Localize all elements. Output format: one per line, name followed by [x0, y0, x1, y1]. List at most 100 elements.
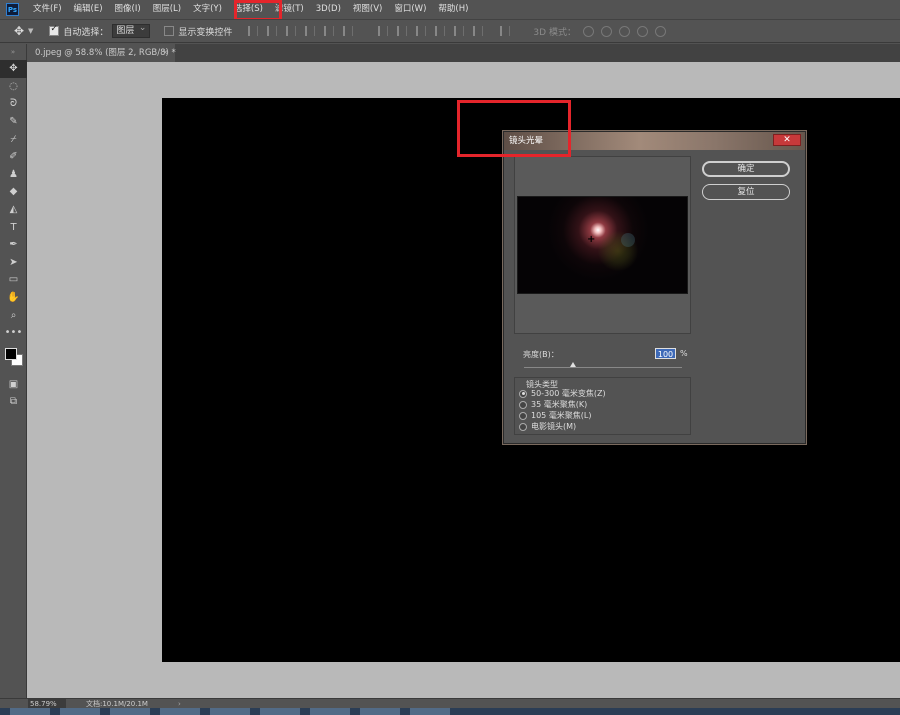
quick-select-tool-icon[interactable]: ✎ — [0, 113, 27, 131]
quick-mask-icon[interactable]: ▣ — [0, 376, 27, 394]
eraser-tool-icon[interactable]: ◆ — [0, 183, 27, 201]
3d-camera-icon[interactable] — [654, 25, 666, 37]
distribute-top-icon[interactable] — [378, 26, 389, 36]
flare-preview-area: + — [514, 156, 691, 334]
foreground-color-swatch[interactable] — [5, 347, 17, 360]
menu-view[interactable]: 视图(V) — [347, 0, 388, 19]
align-bottom-icon[interactable] — [286, 26, 297, 36]
3d-rotate-icon[interactable] — [582, 25, 594, 37]
reset-button[interactable]: 复位 — [702, 184, 790, 200]
menu-edit[interactable]: 编辑(E) — [68, 0, 109, 19]
path-select-tool-icon[interactable]: ➤ — [0, 254, 27, 272]
menu-window[interactable]: 窗口(W) — [388, 0, 432, 19]
pen-tool-icon[interactable]: ✒ — [0, 236, 27, 254]
menu-layer[interactable]: 图层(L) — [147, 0, 187, 19]
screen-mode-icon[interactable]: ⧉ — [0, 393, 27, 411]
auto-select-label: 自动选择： — [63, 27, 109, 38]
lens-option-50-300[interactable]: 50-300 毫米变焦(Z) — [519, 388, 606, 399]
brightness-slider-track[interactable] — [524, 367, 682, 368]
3d-drag-icon[interactable] — [618, 25, 630, 37]
menu-type[interactable]: 文字(Y) — [187, 0, 228, 19]
auto-select-checkbox[interactable] — [49, 24, 60, 36]
move-tool-icon[interactable]: ✥ — [0, 60, 27, 78]
brightness-input[interactable]: 100 — [655, 348, 676, 359]
taskbar-app-icon[interactable] — [410, 708, 450, 715]
menu-file[interactable]: 文件(F) — [27, 0, 68, 19]
3d-mode-label: 3D 模式： — [533, 27, 576, 38]
dialog-title-highlight — [457, 100, 571, 157]
dialog-close-button[interactable]: ✕ — [773, 134, 801, 146]
menu-help[interactable]: 帮助(H) — [432, 0, 474, 19]
lens-option-label: 50-300 毫米变焦(Z) — [531, 389, 606, 398]
distribute-left-icon[interactable] — [435, 26, 446, 36]
taskbar-app-icon[interactable] — [10, 708, 50, 715]
auto-select-dropdown[interactable]: 图层 — [112, 22, 151, 38]
lasso-tool-icon[interactable]: ᘐ — [0, 95, 27, 113]
taskbar-app-icon[interactable] — [60, 708, 100, 715]
photoshop-logo[interactable]: Ps — [6, 3, 19, 16]
distribute-right-icon[interactable] — [473, 26, 484, 36]
brightness-label: 亮度(B)： — [523, 350, 559, 359]
lens-option-movie[interactable]: 电影镜头(M) — [519, 421, 576, 432]
lens-radio-105[interactable] — [519, 411, 527, 420]
flare-halo-small — [621, 233, 635, 247]
lens-flare-dialog: 镜头光晕 ✕ + 确定 复位 亮度(B)： 100 % 镜头类型 50-300 … — [503, 131, 806, 444]
flare-center-crosshair-icon[interactable]: + — [587, 235, 595, 245]
document-tab-title: 0.jpeg @ 58.8% (图层 2, RGB/8) * — [35, 48, 176, 58]
panel-collapse-icon[interactable]: » — [0, 44, 26, 60]
paint-bucket-tool-icon[interactable]: ◭ — [0, 201, 27, 219]
tool-preset-chevron-icon[interactable]: ▼ — [28, 27, 33, 35]
ok-button[interactable]: 确定 — [702, 161, 790, 177]
zoom-tool-icon[interactable]: ⌕ — [0, 306, 27, 324]
lens-option-35[interactable]: 35 毫米聚焦(K) — [519, 399, 587, 410]
3d-roll-icon[interactable] — [600, 25, 612, 37]
taskbar-app-icon[interactable] — [210, 708, 250, 715]
stamp-tool-icon[interactable]: ♟ — [0, 166, 27, 184]
menu-bar: Ps 文件(F) 编辑(E) 图像(I) 图层(L) 文字(Y) 选择(S) 滤… — [0, 0, 900, 19]
lens-option-label: 电影镜头(M) — [531, 422, 577, 431]
align-hcenter-icon[interactable] — [324, 26, 335, 36]
lens-radio-50-300[interactable] — [519, 389, 527, 398]
brightness-slider-thumb[interactable] — [570, 362, 576, 367]
menu-3d[interactable]: 3D(D) — [310, 0, 347, 19]
brightness-unit: % — [680, 349, 688, 358]
flare-preview-image[interactable]: + — [517, 196, 688, 294]
type-tool-icon[interactable]: T — [0, 218, 27, 236]
distribute-buttons — [378, 26, 492, 36]
3d-slide-icon[interactable] — [636, 25, 648, 37]
distribute-hcenter-icon[interactable] — [454, 26, 465, 36]
align-top-icon[interactable] — [248, 26, 259, 36]
lens-radio-movie[interactable] — [519, 422, 527, 431]
brush-tool-icon[interactable]: ✐ — [0, 148, 27, 166]
taskbar — [0, 708, 900, 715]
lens-option-label: 35 毫米聚焦(K) — [531, 400, 588, 409]
auto-align-icon[interactable] — [500, 26, 511, 36]
status-bar: 58.79% 文档:10.1M/20.1M › — [0, 698, 900, 709]
align-left-icon[interactable] — [305, 26, 316, 36]
show-transform-checkbox[interactable] — [164, 26, 175, 36]
taskbar-app-icon[interactable] — [160, 708, 200, 715]
taskbar-app-icon[interactable] — [310, 708, 350, 715]
eyedropper-tool-icon[interactable]: ⌿ — [0, 130, 27, 148]
taskbar-app-icon[interactable] — [260, 708, 300, 715]
shape-tool-icon[interactable]: ▭ — [0, 271, 27, 289]
taskbar-app-icon[interactable] — [360, 708, 400, 715]
menu-image[interactable]: 图像(I) — [109, 0, 147, 19]
align-right-icon[interactable] — [343, 26, 354, 36]
align-vcenter-icon[interactable] — [267, 26, 278, 36]
tools-panel: » ✥ ◌ ᘐ ✎ ⌿ ✐ ♟ ◆ ◭ T ✒ ➤ ▭ ✋ ⌕ ••• ▣ ⧉ — [0, 44, 27, 698]
lens-radio-35[interactable] — [519, 400, 527, 409]
lens-type-group: 镜头类型 50-300 毫米变焦(Z) 35 毫米聚焦(K) 105 毫米聚焦(… — [514, 377, 691, 435]
filter-menu-highlight — [234, 0, 282, 21]
hand-tool-icon[interactable]: ✋ — [0, 289, 27, 307]
lens-option-105[interactable]: 105 毫米聚焦(L) — [519, 410, 592, 421]
more-tools-icon[interactable]: ••• — [0, 324, 27, 342]
taskbar-app-icon[interactable] — [110, 708, 150, 715]
distribute-vcenter-icon[interactable] — [397, 26, 408, 36]
document-tab[interactable]: 0.jpeg @ 58.8% (图层 2, RGB/8) * × — [27, 44, 176, 62]
move-tool-icon[interactable]: ✥ — [12, 24, 26, 38]
document-tab-bar: 0.jpeg @ 58.8% (图层 2, RGB/8) * × — [27, 44, 900, 62]
marquee-tool-icon[interactable]: ◌ — [0, 78, 27, 96]
close-tab-icon[interactable]: × — [162, 44, 169, 62]
distribute-bottom-icon[interactable] — [416, 26, 427, 36]
